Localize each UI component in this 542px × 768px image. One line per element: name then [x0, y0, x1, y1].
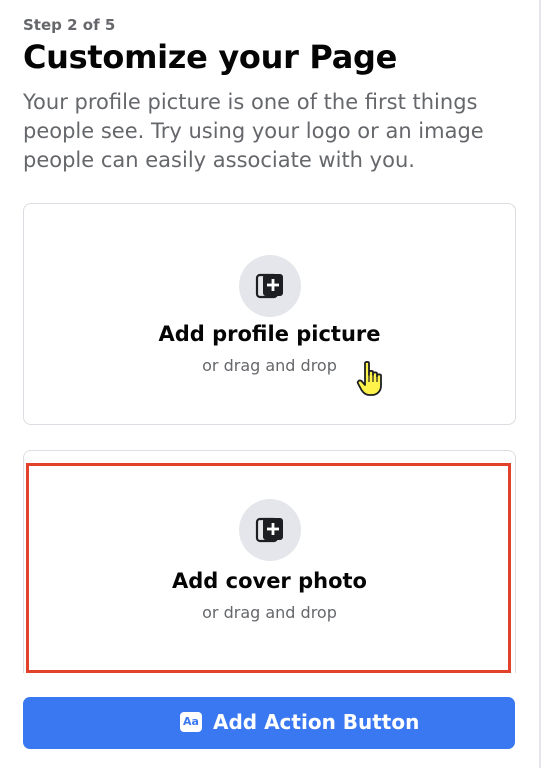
add-profile-picture-icon-button[interactable] — [238, 255, 301, 317]
drag-drop-hint: or drag and drop — [202, 356, 337, 375]
add-profile-picture-dropzone[interactable]: Add profile picture or drag and drop — [23, 203, 516, 425]
hand-pointer-cursor-icon — [356, 360, 382, 396]
panel-divider — [539, 0, 541, 768]
step-indicator: Step 2 of 5 — [23, 16, 116, 34]
add-photo-icon — [255, 517, 283, 543]
add-cover-photo-label: Add cover photo — [172, 569, 367, 593]
add-action-button[interactable]: Aa Add Action Button — [23, 697, 515, 749]
page-description: Your profile picture is one of the first… — [23, 90, 484, 172]
add-action-button-label: Add Action Button — [213, 710, 420, 734]
font-aa-icon: Aa — [180, 712, 202, 732]
add-cover-photo-dropzone[interactable]: Add cover photo or drag and drop — [23, 450, 516, 673]
add-cover-photo-icon-button[interactable] — [238, 499, 301, 561]
add-profile-picture-label: Add profile picture — [158, 322, 381, 346]
add-photo-icon — [255, 273, 283, 299]
page-title: Customize your Page — [23, 38, 398, 76]
drag-drop-hint: or drag and drop — [202, 603, 337, 622]
